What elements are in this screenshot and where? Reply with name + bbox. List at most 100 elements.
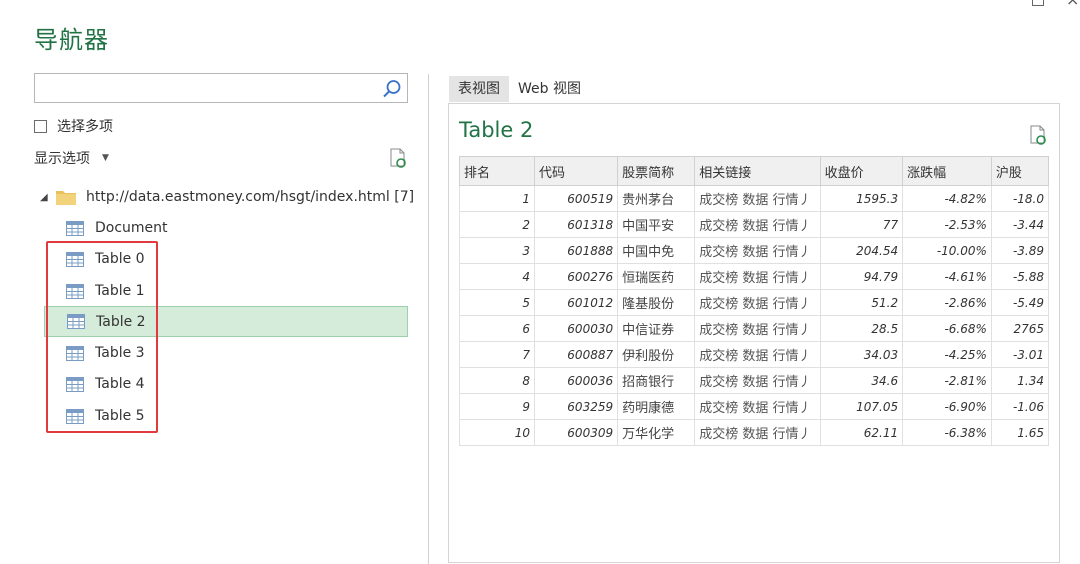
preview-title: Table 2 (459, 118, 534, 142)
table-cell: -2.86% (902, 289, 992, 316)
table-cell: -3.01 (990, 341, 1049, 368)
tree-root[interactable]: ◢ http://data.eastmoney.com/hsgt/index.h… (40, 186, 414, 208)
table-cell: 1 (459, 185, 536, 212)
table-cell: 601318 (534, 211, 619, 238)
table-icon (66, 220, 84, 236)
multi-select-label: 选择多项 (57, 119, 113, 135)
table-cell: -4.82% (902, 185, 992, 212)
column-header[interactable]: 沪股 (990, 156, 1049, 186)
display-options-dropdown[interactable]: 显示选项 ▼ (34, 148, 109, 168)
table-cell: 2 (459, 211, 536, 238)
refresh-icon[interactable] (388, 148, 408, 168)
view-tabs: 表视图 Web 视图 (449, 76, 590, 102)
display-options-label: 显示选项 (34, 151, 90, 167)
table-cell: -3.89 (990, 237, 1049, 264)
table-cell: 1.34 (990, 367, 1049, 394)
table-cell: 伊利股份 (617, 341, 696, 368)
tab-web-view[interactable]: Web 视图 (509, 76, 590, 102)
multi-select-option[interactable]: 选择多项 (34, 116, 113, 136)
table-cell: -2.81% (902, 367, 992, 394)
table-cell: -4.61% (902, 263, 992, 290)
column-header[interactable]: 代码 (534, 156, 619, 186)
table-cell: 成交榜 数据 行情丿 (694, 315, 821, 342)
table-cell: 招商银行 (617, 367, 696, 394)
column-header[interactable]: 相关链接 (694, 156, 821, 186)
preview-table-container[interactable]: 排名 代码 股票简称 相关链接 收盘价 涨跌幅 沪股 1 600519 贵州茅台 成交… (459, 156, 1049, 452)
table-cell: 62.11 (819, 419, 904, 446)
table-cell: 万华化学 (617, 419, 696, 446)
table-cell: 77 (819, 211, 904, 238)
table-cell: 成交榜 数据 行情丿 (694, 419, 821, 446)
table-cell: -2.53% (902, 211, 992, 238)
table-cell: -18.0 (990, 185, 1049, 212)
table-row: 8 600036 招商银行 成交榜 数据 行情丿 34.6 -2.81% 1.34 (459, 367, 1049, 394)
table-row: 4 600276 恒瑞医药 成交榜 数据 行情丿 94.79 -4.61% -5.88 (459, 263, 1049, 290)
column-header[interactable]: 涨跌幅 (902, 156, 992, 186)
table-row: 9 603259 药明康德 成交榜 数据 行情丿 107.05 -6.90% -1.06 (459, 393, 1049, 420)
table-cell: 1595.3 (819, 185, 904, 212)
table-row: 10 600309 万华化学 成交榜 数据 行情丿 62.11 -6.38% 1.65 (459, 419, 1049, 446)
refresh-icon[interactable] (1028, 125, 1048, 145)
table-cell: 600276 (534, 263, 619, 290)
column-header[interactable]: 收盘价 (819, 156, 904, 186)
table-row: 5 601012 隆基股份 成交榜 数据 行情丿 51.2 -2.86% -5.49 (459, 289, 1049, 316)
maximize-button[interactable] (1032, 0, 1044, 6)
table-cell: 中国中免 (617, 237, 696, 264)
table-cell: 28.5 (819, 315, 904, 342)
table-cell: -5.49 (990, 289, 1049, 316)
tree-item-label: Document (95, 220, 168, 236)
checkbox-icon[interactable] (34, 119, 47, 133)
column-header[interactable]: 排名 (459, 156, 536, 186)
table-row: 6 600030 中信证券 成交榜 数据 行情丿 28.5 -6.68% 2765 (459, 315, 1049, 342)
table-cell: 8 (459, 367, 536, 394)
table-cell: 成交榜 数据 行情丿 (694, 237, 821, 264)
column-header[interactable]: 股票简称 (617, 156, 696, 186)
table-cell: 隆基股份 (617, 289, 696, 316)
table-cell: 2765 (990, 315, 1049, 342)
tree-root-label: http://data.eastmoney.com/hsgt/index.htm… (86, 189, 415, 205)
table-cell: 4 (459, 263, 536, 290)
table-cell: 601888 (534, 237, 619, 264)
table-cell: 204.54 (819, 237, 904, 264)
table-cell: -6.68% (902, 315, 992, 342)
chevron-down-icon: ▼ (102, 153, 109, 163)
table-cell: 9 (459, 393, 536, 420)
pane-divider[interactable] (428, 74, 429, 564)
table-cell: -5.88 (990, 263, 1049, 290)
table-row: 3 601888 中国中免 成交榜 数据 行情丿 204.54 -10.00% -3.89 (459, 237, 1049, 264)
table-row: 1 600519 贵州茅台 成交榜 数据 行情丿 1595.3 -4.82% -18.0 (459, 185, 1049, 212)
table-cell: 51.2 (819, 289, 904, 316)
table-cell: 601012 (534, 289, 619, 316)
table-cell: 3 (459, 237, 536, 264)
table-cell: 成交榜 数据 行情丿 (694, 211, 821, 238)
search-icon[interactable] (381, 78, 403, 100)
window-title: 导航器 (34, 26, 109, 54)
table-cell: -6.38% (902, 419, 992, 446)
table-cell: 34.03 (819, 341, 904, 368)
table-cell: 中国平安 (617, 211, 696, 238)
preview-table: 排名 代码 股票简称 相关链接 收盘价 涨跌幅 沪股 1 600519 贵州茅台 成交… (459, 156, 1049, 446)
table-cell: -3.44 (990, 211, 1049, 238)
table-cell: 5 (459, 289, 536, 316)
table-cell: 600030 (534, 315, 619, 342)
table-cell: 1.65 (990, 419, 1049, 446)
table-cell: 成交榜 数据 行情丿 (694, 393, 821, 420)
table-cell: 94.79 (819, 263, 904, 290)
table-cell: 中信证券 (617, 315, 696, 342)
table-row: 2 601318 中国平安 成交榜 数据 行情丿 77 -2.53% -3.44 (459, 211, 1049, 238)
close-button[interactable]: × (1066, 0, 1079, 8)
table-cell: 10 (459, 419, 536, 446)
table-cell: 600036 (534, 367, 619, 394)
table-cell: 600309 (534, 419, 619, 446)
table-header-row: 排名 代码 股票简称 相关链接 收盘价 涨跌幅 沪股 (459, 156, 1049, 186)
search-input[interactable] (39, 75, 373, 103)
highlight-annotation-box (46, 241, 158, 433)
table-cell: 603259 (534, 393, 619, 420)
tree-item-document[interactable]: Document (44, 213, 408, 243)
table-cell: 34.6 (819, 367, 904, 394)
collapse-icon[interactable]: ◢ (40, 192, 54, 203)
tab-table-view[interactable]: 表视图 (449, 76, 509, 102)
table-cell: 6 (459, 315, 536, 342)
search-box[interactable] (34, 73, 408, 103)
table-cell: 成交榜 数据 行情丿 (694, 289, 821, 316)
